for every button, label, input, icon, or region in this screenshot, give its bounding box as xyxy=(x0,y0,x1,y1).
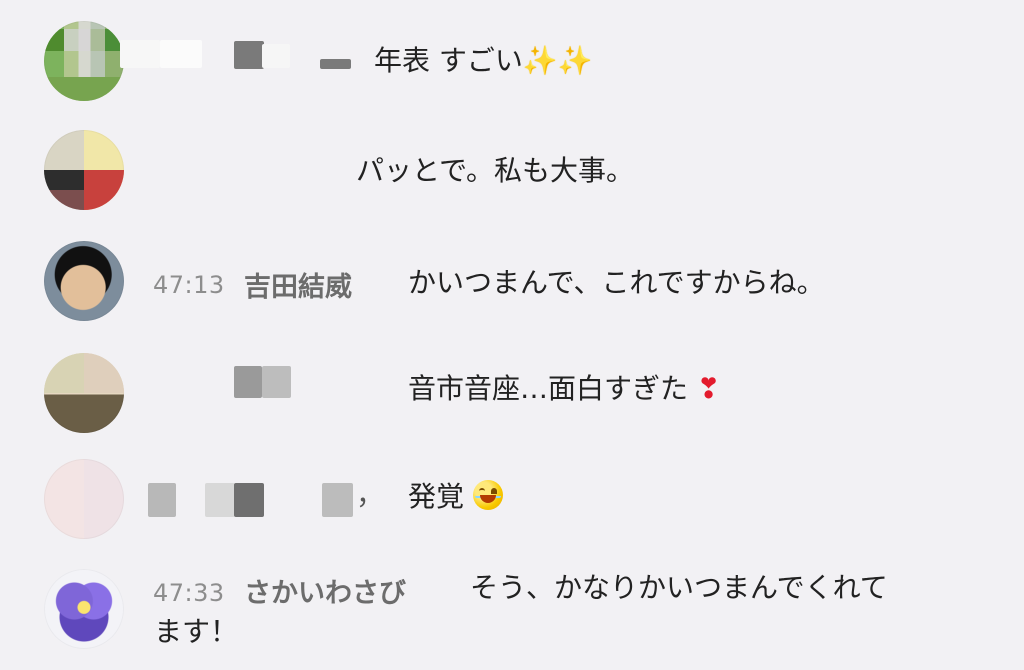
message-text-line: そう、かなりかいつまんでくれて xyxy=(470,571,888,604)
message-time: 47:13 xyxy=(153,271,225,299)
message-text: かいつまんで、これですからね。 xyxy=(408,266,825,299)
redacted-name-block xyxy=(148,483,176,517)
redacted-name-block xyxy=(234,41,264,69)
heart-icon: ❣ xyxy=(696,372,721,405)
message-text: 年表 すごい✨✨ xyxy=(374,44,593,78)
message-text-body: 音市音座…面白すぎた xyxy=(408,372,689,405)
message-prefix: ， xyxy=(356,478,385,511)
message-text-body: 年表 すごい xyxy=(374,44,523,77)
redacted-name-block xyxy=(120,40,160,68)
avatar[interactable] xyxy=(44,353,124,433)
message-text: 音市音座…面白すぎた ❣ xyxy=(408,372,720,406)
redacted-name-block xyxy=(320,59,351,69)
message-time: 47:33 xyxy=(153,579,225,607)
sender-name[interactable]: さかいわさび xyxy=(244,571,406,610)
redacted-name-block xyxy=(262,44,290,68)
message-text: 発覚 xyxy=(408,480,503,514)
sender-name[interactable]: 吉田結威 xyxy=(244,265,352,304)
message-text-body: 発覚 xyxy=(408,480,465,513)
redacted-name-block xyxy=(160,40,202,68)
redacted-name-block xyxy=(322,483,353,517)
sparkles-icon: ✨✨ xyxy=(522,44,593,77)
message-text: パッとで。私も大事。 xyxy=(356,154,635,187)
laughing-face-icon xyxy=(472,480,503,510)
message-text-line: ます！ xyxy=(154,615,239,648)
redacted-name-block xyxy=(234,483,264,517)
avatar[interactable] xyxy=(44,569,124,649)
avatar[interactable] xyxy=(44,459,124,539)
redacted-name-block xyxy=(262,366,291,398)
avatar[interactable] xyxy=(44,241,124,321)
avatar[interactable] xyxy=(44,130,124,210)
avatar[interactable] xyxy=(44,21,124,101)
redacted-name-block xyxy=(234,366,262,398)
chat-list: 年表 すごい✨✨ パッとで。私も大事。 47:13 吉田結威 かいつまんで、これ… xyxy=(0,0,1024,670)
redacted-name-block xyxy=(205,483,235,517)
